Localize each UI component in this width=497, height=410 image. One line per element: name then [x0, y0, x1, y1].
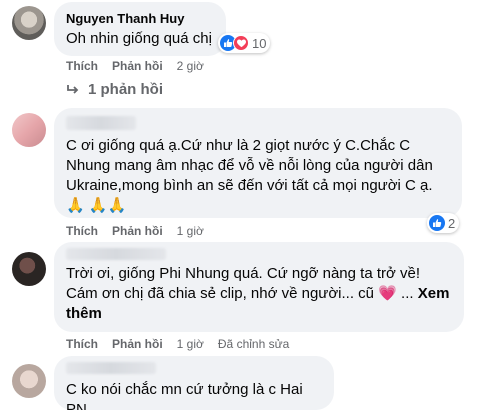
comment-bubble: Trời ơi, giống Phi Nhung quá. Cứ ngỡ nàn…: [54, 242, 464, 332]
reply-button[interactable]: Phản hồi: [112, 337, 163, 351]
comment-time[interactable]: 2 giờ: [177, 59, 204, 73]
comment-author[interactable]: Nguyen Thanh Huy: [66, 10, 214, 27]
like-button[interactable]: Thích: [66, 59, 98, 73]
comment-bubble: C ơi giống quá ạ.Cứ như là 2 giọt nước ý…: [54, 108, 462, 218]
like-button[interactable]: Thích: [66, 224, 98, 238]
reaction-summary[interactable]: 2: [427, 213, 460, 233]
redacted-author-name: [66, 116, 136, 130]
comment-actions: Thích Phản hồi 1 giờ Đã chỉnh sửa: [66, 337, 289, 351]
comment-text: Trời ơi, giống Phi Nhung quá. Cứ ngỡ nàn…: [66, 264, 452, 324]
avatar[interactable]: [12, 364, 46, 398]
avatar[interactable]: [12, 252, 46, 286]
heart-icon: [233, 35, 249, 51]
edited-label: Đã chỉnh sửa: [217, 337, 290, 351]
comment-actions: Thích Phản hồi 2 giờ: [66, 59, 204, 73]
like-icon: [429, 215, 445, 231]
comment-bubble: C ko nói chắc mn cứ tưởng là c Hai PN: [54, 356, 334, 410]
avatar[interactable]: [12, 6, 46, 40]
reply-button[interactable]: Phản hồi: [112, 59, 163, 73]
comment-text: C ko nói chắc mn cứ tưởng là c Hai PN: [66, 381, 303, 410]
comment-text-body: Trời ơi, giống Phi Nhung quá. Cứ ngỡ nàn…: [66, 265, 421, 302]
comment-text: Oh nhin giống quá chị: [66, 30, 212, 47]
reaction-summary[interactable]: 10: [218, 33, 271, 53]
replies-count-label: 1 phản hồi: [88, 81, 163, 98]
reaction-count: 2: [448, 215, 456, 231]
comment-text: C ơi giống quá ạ.Cứ như là 2 giọt nước ý…: [66, 137, 433, 214]
reply-arrow-icon: [67, 84, 79, 94]
redacted-author-name: [66, 248, 166, 260]
like-button[interactable]: Thích: [66, 337, 98, 351]
view-replies-link[interactable]: 1 phản hồi: [66, 81, 163, 98]
redacted-author-name: [66, 362, 156, 374]
comment-time[interactable]: 1 giờ: [177, 337, 204, 351]
comment-actions: Thích Phản hồi 1 giờ: [66, 224, 204, 238]
comment-bubble: Nguyen Thanh Huy Oh nhin giống quá chị: [54, 2, 226, 56]
comment-time[interactable]: 1 giờ: [177, 224, 204, 238]
reaction-count: 10: [252, 35, 267, 51]
reply-button[interactable]: Phản hồi: [112, 224, 163, 238]
avatar[interactable]: [12, 113, 46, 147]
